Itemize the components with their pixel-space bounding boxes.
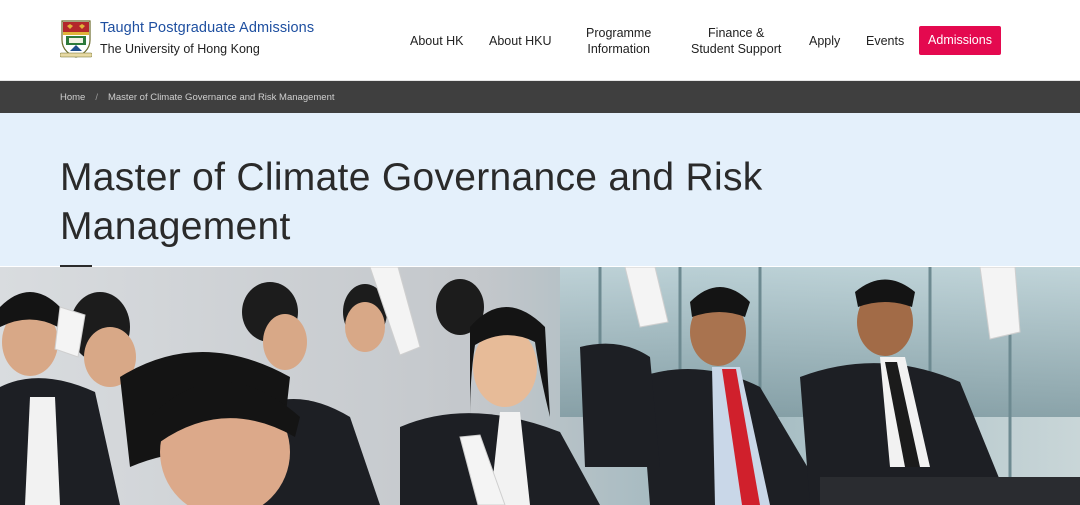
site-header: Taught Postgraduate Admissions The Unive… (0, 0, 1080, 81)
nav-events[interactable]: Events (866, 33, 904, 49)
site-title: Taught Postgraduate Admissions (100, 19, 315, 36)
nav-finance-student-support[interactable]: Finance & Student Support (691, 25, 781, 57)
page-title: Master of Climate Governance and Risk Ma… (60, 156, 763, 248)
page-title-section: Master of Climate Governance and Risk Ma… (0, 113, 1080, 266)
breadcrumb-current: Master of Climate Governance and Risk Ma… (107, 91, 335, 103)
nav-about-hku[interactable]: About HKU (489, 33, 552, 49)
breadcrumb-bar: Home / Master of Climate Governance and … (0, 81, 1080, 113)
nav-apply[interactable]: Apply (809, 33, 840, 49)
brand[interactable]: Taught Postgraduate Admissions The Unive… (60, 18, 314, 58)
breadcrumb: Home / Master of Climate Governance and … (60, 81, 335, 113)
hku-crest-icon (60, 20, 92, 58)
nav-programme-information[interactable]: Programme Information (586, 25, 651, 57)
hero-photo (0, 267, 1080, 505)
breadcrumb-separator: / (95, 91, 98, 103)
admissions-button[interactable]: Admissions (919, 26, 1001, 55)
nav-about-hk[interactable]: About HK (410, 33, 464, 49)
breadcrumb-home[interactable]: Home (60, 92, 85, 103)
students-classroom-photo (0, 267, 1080, 505)
site-subtitle: The University of Hong Kong (100, 41, 260, 56)
